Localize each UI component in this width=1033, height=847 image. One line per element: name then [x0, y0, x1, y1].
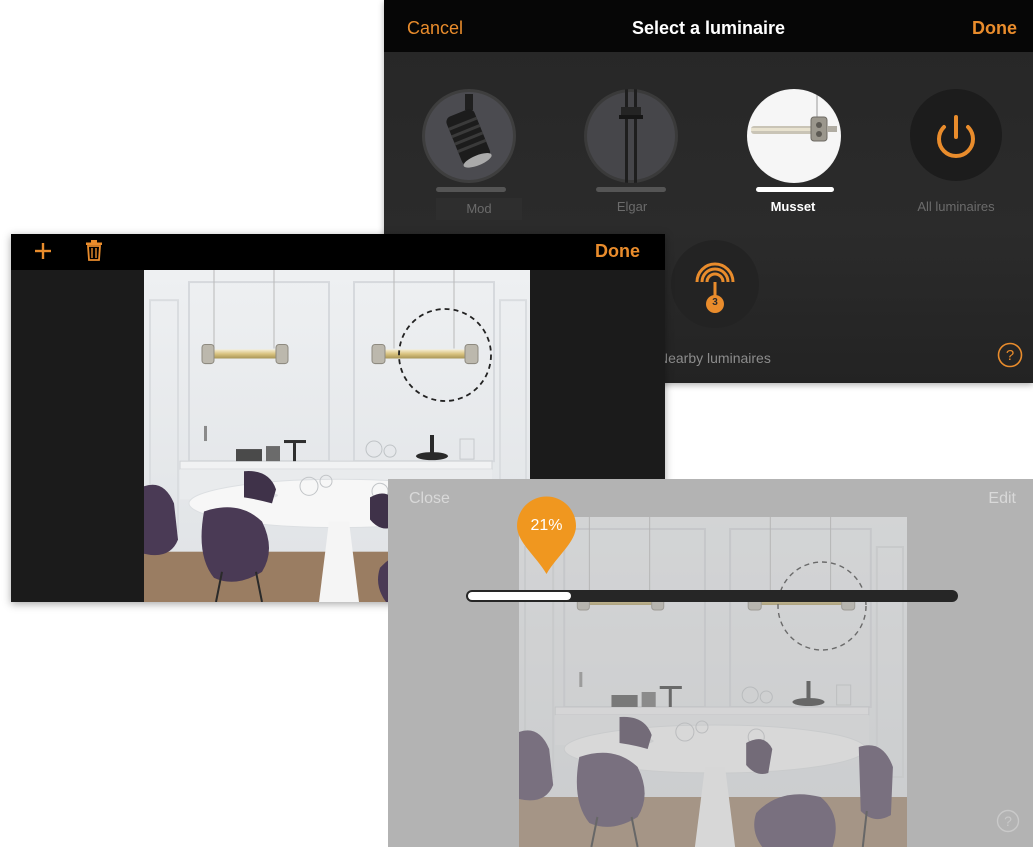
plus-icon[interactable]	[33, 241, 53, 261]
mod-label: Mod	[436, 198, 522, 220]
elgar-pendant-image	[587, 89, 675, 183]
mod-spotlight-image	[425, 92, 513, 180]
photo-editor-topbar	[11, 234, 665, 270]
mod-luminaire-thumbnail	[422, 89, 516, 183]
dimmer-panel: Close Edit 21% ?	[388, 479, 1033, 847]
edit-button[interactable]: Edit	[988, 490, 1016, 508]
slider-track[interactable]	[466, 590, 958, 602]
mod-indicator-bar	[436, 187, 506, 192]
musset-label: Musset	[770, 199, 816, 214]
slider-fill	[468, 592, 571, 600]
trash-icon[interactable]	[85, 239, 103, 261]
musset-tube-image	[748, 89, 840, 182]
brightness-level-label: 21%	[530, 517, 563, 534]
luminaire-selection-marker[interactable]	[397, 307, 493, 403]
nearby-count-badge: 3	[712, 297, 718, 308]
nearby-luminaires-label: Nearby luminaires	[658, 350, 771, 366]
close-button[interactable]: Close	[409, 490, 450, 508]
musset-selected-bar	[756, 187, 834, 192]
page-title: Select a luminaire	[631, 18, 786, 38]
all-luminaires-label: All luminaires	[917, 199, 995, 214]
level-pin-icon[interactable]	[514, 494, 579, 576]
help-icon[interactable]: ?	[996, 809, 1020, 833]
elgar-luminaire-thumbnail	[584, 89, 678, 183]
power-icon	[910, 89, 1002, 181]
musset-luminaire-thumbnail	[747, 89, 841, 183]
done-button[interactable]: Done	[595, 241, 640, 262]
svg-text:?: ?	[1004, 813, 1012, 829]
help-icon[interactable]: ?	[997, 342, 1023, 368]
elgar-indicator-bar	[596, 187, 666, 192]
elgar-label: Elgar	[616, 199, 648, 214]
done-button[interactable]: Done	[972, 17, 1017, 39]
svg-text:?: ?	[1006, 347, 1014, 364]
signal-icon: 3	[671, 240, 759, 328]
luminaire-selection-marker	[777, 561, 867, 651]
